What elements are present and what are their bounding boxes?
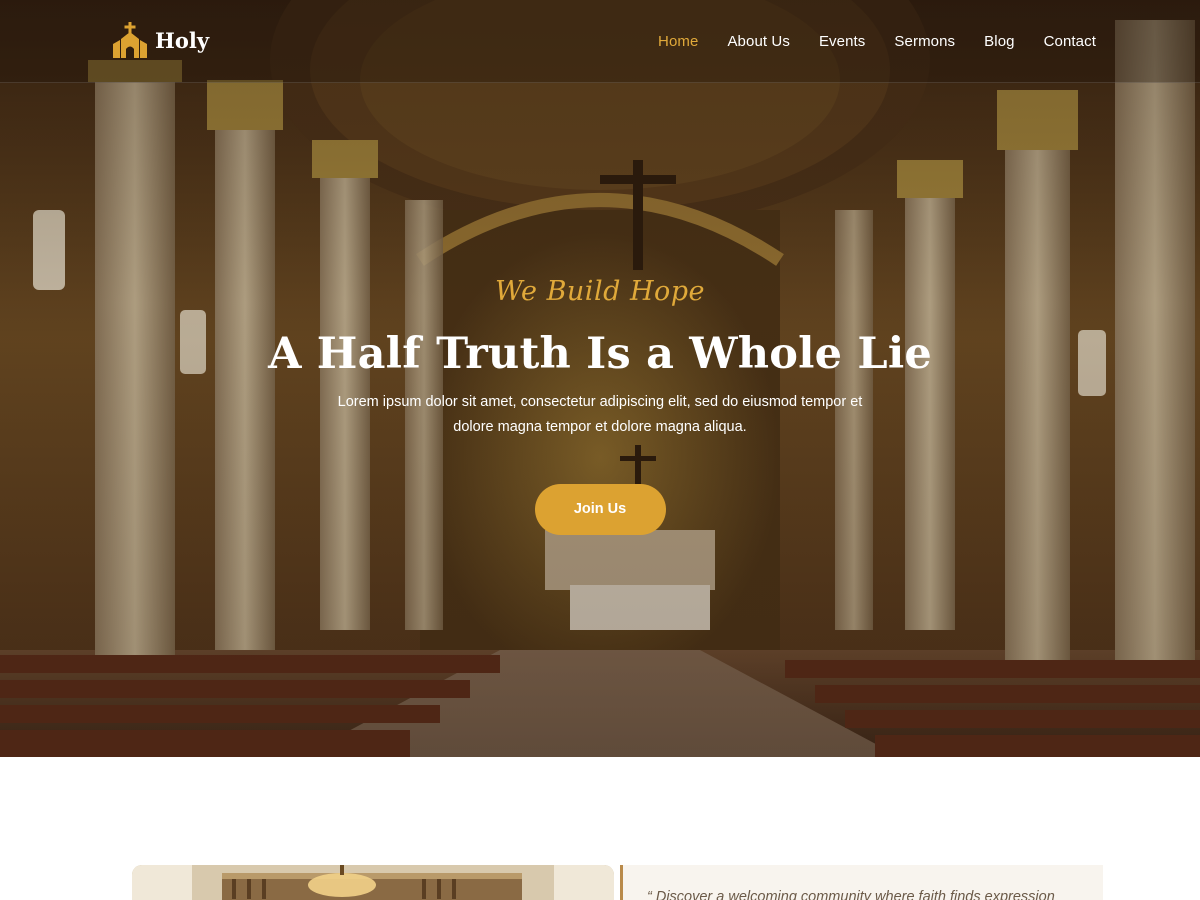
nav-item-contact[interactable]: Contact (1044, 33, 1096, 50)
join-us-button[interactable]: Join Us (534, 484, 666, 535)
welcome-quote-box: “ Discover a welcoming community where f… (620, 865, 1103, 900)
main-nav: Home About Us Events Sermons Blog Contac… (658, 33, 1096, 50)
nav-item-about-us[interactable]: About Us (727, 33, 790, 50)
nav-item-sermons[interactable]: Sermons (894, 33, 955, 50)
church-hall-image (132, 865, 614, 900)
hero-tagline: We Build Hope (494, 276, 706, 307)
nav-item-events[interactable]: Events (819, 33, 865, 50)
hero-title: A Half Truth Is a Whole Lie (268, 329, 932, 379)
nav-item-home[interactable]: Home (658, 33, 698, 50)
hero-section: Holy Home About Us Events Sermons Blog C… (0, 0, 1200, 757)
site-logo[interactable]: Holy (113, 22, 209, 58)
brand-name: Holy (155, 27, 210, 53)
church-icon (113, 22, 147, 58)
welcome-quote: “ Discover a welcoming community where f… (647, 889, 1055, 900)
hero-description: Lorem ipsum dolor sit amet, consectetur … (337, 394, 863, 435)
hero-content: We Build Hope A Half Truth Is a Whole Li… (0, 270, 1200, 535)
about-section: “ Discover a welcoming community where f… (0, 757, 1200, 900)
site-header: Holy Home About Us Events Sermons Blog C… (0, 0, 1200, 83)
nav-item-blog[interactable]: Blog (984, 33, 1014, 50)
